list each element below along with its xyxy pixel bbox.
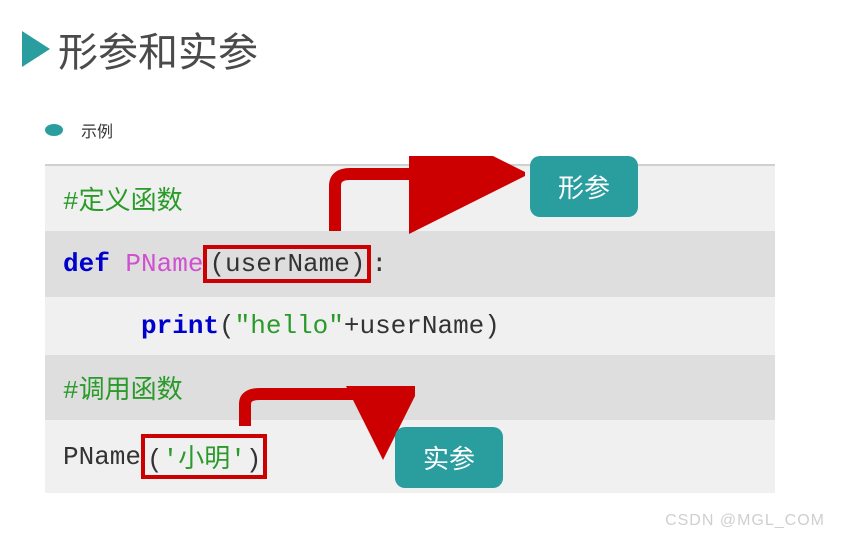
subtitle-section: 示例 (45, 118, 843, 142)
print-close: ) (484, 311, 500, 341)
bullet-dot-icon (45, 124, 63, 136)
arg-close: ) (246, 445, 262, 475)
print-param: userName (359, 311, 484, 341)
call-name: PName (63, 442, 141, 472)
paren-open: ( (209, 249, 225, 279)
formal-param-badge: 形参 (530, 156, 638, 217)
plus-op: + (344, 311, 360, 341)
code-line-comment-define: #定义函数 (45, 166, 775, 231)
def-keyword: def (63, 249, 110, 279)
triangle-play-icon (22, 31, 50, 67)
paren-close: ) (350, 249, 366, 279)
arg-open: ( (147, 445, 163, 475)
formal-param-highlight: (userName) (203, 245, 371, 283)
print-keyword: print (141, 311, 219, 341)
code-line-comment-call: #调用函数 (45, 355, 775, 420)
slide-title-section: 形参和实参 (0, 0, 843, 78)
code-panel: 形参 #定义函数 def PName(userName): print("hel… (45, 164, 775, 493)
slide-title: 形参和实参 (58, 20, 258, 78)
code-line-def: def PName(userName): (45, 231, 775, 297)
comment-text: #定义函数 (63, 180, 183, 217)
actual-param-highlight: ('小明') (141, 434, 267, 479)
arg-string: '小明' (163, 445, 246, 475)
comment-call-text: #调用函数 (63, 369, 183, 406)
hello-string: "hello" (235, 311, 344, 341)
indent (63, 311, 141, 341)
func-name: PName (110, 249, 204, 279)
watermark-text: CSDN @MGL_COM (665, 512, 825, 530)
code-line-print: print("hello"+userName) (45, 297, 775, 355)
colon: : (371, 249, 387, 279)
subtitle-label: 示例 (81, 118, 113, 142)
param-name: userName (225, 249, 350, 279)
actual-param-badge: 实参 (395, 427, 503, 488)
print-open: ( (219, 311, 235, 341)
